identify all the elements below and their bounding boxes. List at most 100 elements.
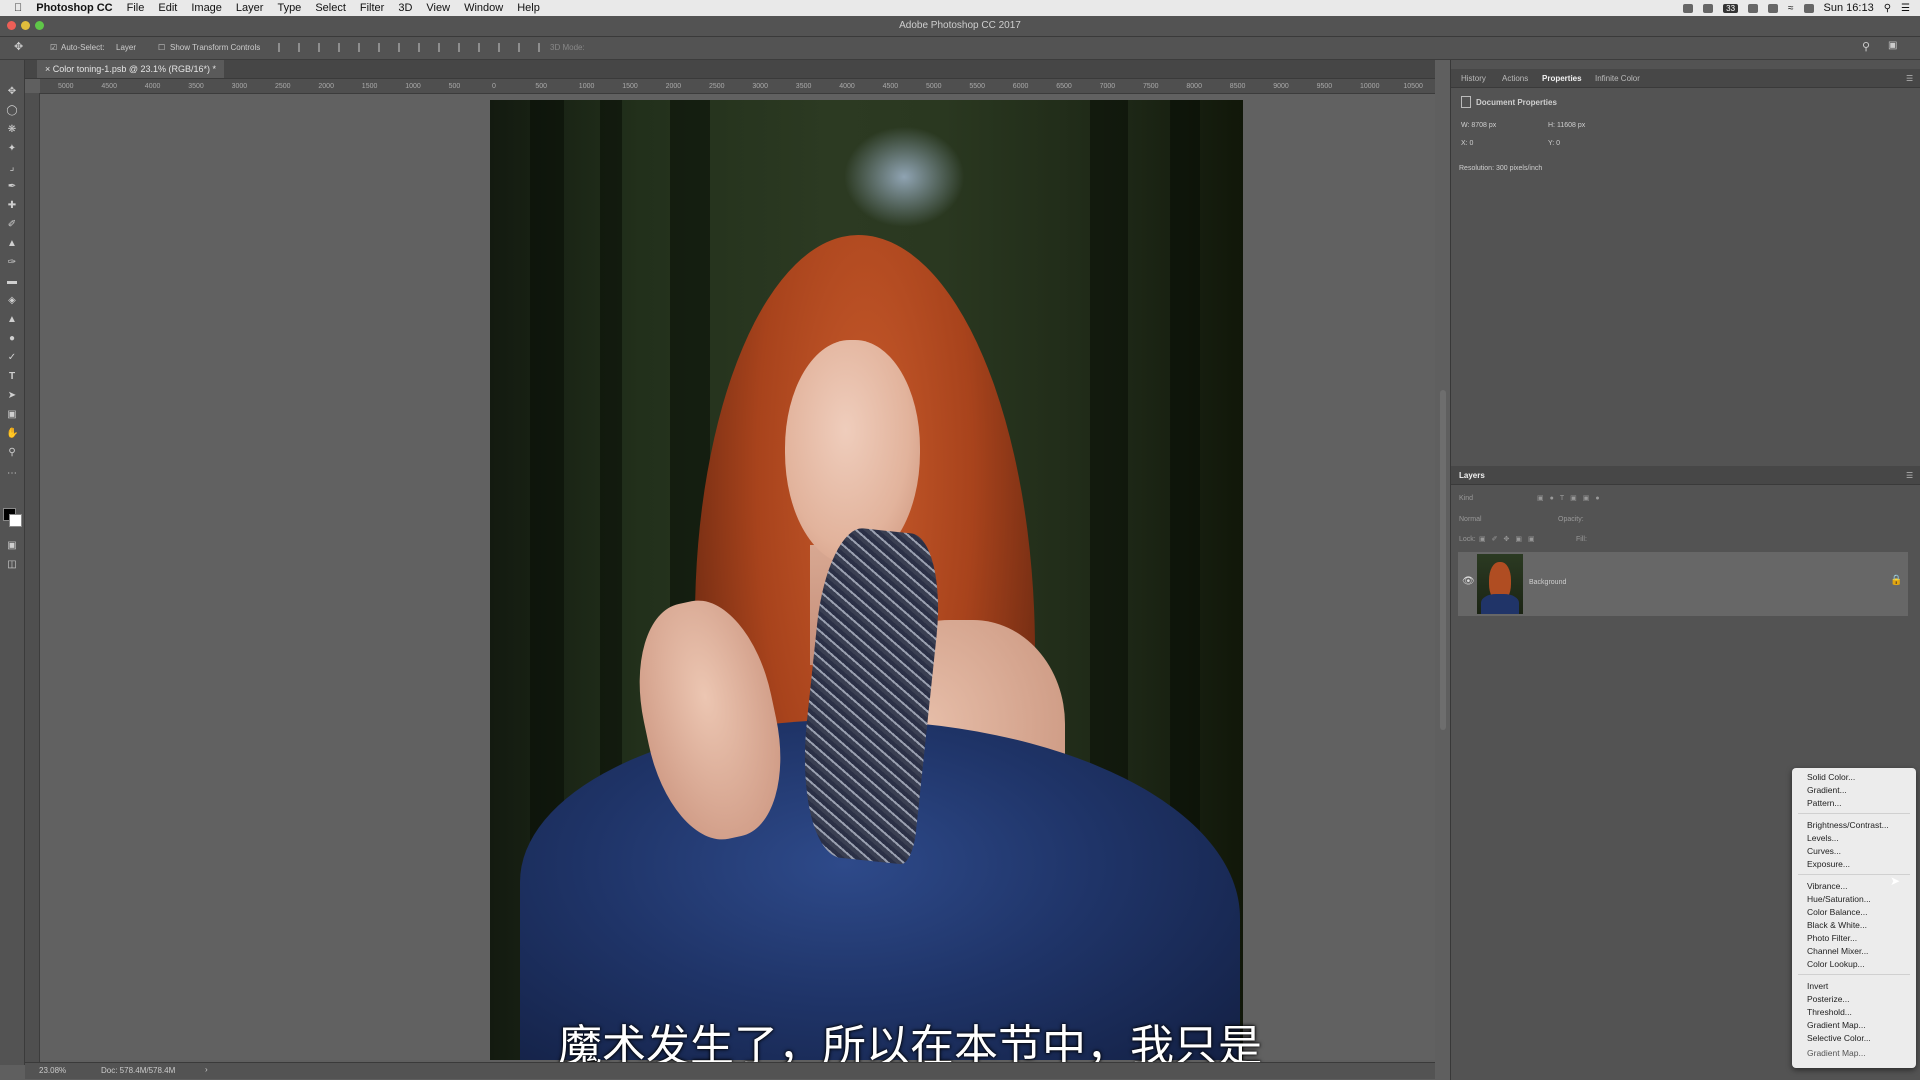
- wifi-icon[interactable]: ≈: [1788, 3, 1794, 14]
- eraser-tool-icon[interactable]: ▬: [6, 276, 18, 287]
- menu-item-gradient-map[interactable]: Gradient Map...: [1807, 1020, 1866, 1030]
- menu-select[interactable]: Select: [315, 2, 346, 14]
- layer-thumbnail[interactable]: [1477, 554, 1523, 614]
- blend-mode-dropdown[interactable]: Normal: [1459, 516, 1482, 523]
- menu-item-color-lookup[interactable]: Color Lookup...: [1807, 959, 1865, 969]
- eyedropper-tool-icon[interactable]: ✒: [6, 181, 18, 192]
- marquee-tool-icon[interactable]: ◯: [6, 105, 18, 116]
- doc-height[interactable]: H: 11608 px: [1548, 122, 1585, 129]
- dodge-tool-icon[interactable]: ●: [6, 333, 18, 344]
- healing-brush-tool-icon[interactable]: ✚: [6, 200, 18, 211]
- menu-item-black-white[interactable]: Black & White...: [1807, 920, 1867, 930]
- move-tool-icon[interactable]: ✥: [14, 40, 23, 53]
- brush-tool-icon[interactable]: ✐: [6, 219, 18, 230]
- menu-help[interactable]: Help: [517, 2, 540, 14]
- notification-center-icon[interactable]: ☰: [1901, 3, 1910, 14]
- pen-tool-icon[interactable]: ✓: [6, 352, 18, 363]
- document-tab[interactable]: × Color toning-1.psb @ 23.1% (RGB/16*) *: [37, 60, 224, 78]
- more-tools-icon[interactable]: ⋯: [6, 468, 18, 479]
- lock-icon[interactable]: 🔒: [1890, 575, 1902, 586]
- display-icon[interactable]: [1803, 3, 1814, 13]
- menu-layer[interactable]: Layer: [236, 2, 264, 14]
- search-icon[interactable]: ⚲: [1862, 40, 1870, 53]
- doc-width[interactable]: W: 8708 px: [1461, 122, 1496, 129]
- menu-type[interactable]: Type: [277, 2, 301, 14]
- crop-tool-icon[interactable]: ⌟: [6, 162, 18, 173]
- vertical-scrollbar[interactable]: [1440, 390, 1446, 730]
- spotlight-search-icon[interactable]: ⚲: [1884, 3, 1891, 14]
- background-color-swatch[interactable]: [9, 514, 22, 527]
- horizontal-ruler[interactable]: 5000 4500 4000 3500 3000 2500 2000 1500 1000 500 0…: [40, 79, 1435, 94]
- tab-history[interactable]: History: [1461, 74, 1486, 83]
- menu-item-vibrance[interactable]: Vibrance...: [1807, 881, 1847, 891]
- screen-mode-icon[interactable]: ◫: [6, 559, 18, 570]
- status-menu-arrow-icon[interactable]: ›: [205, 1065, 208, 1074]
- close-tab-icon[interactable]: ×: [45, 64, 50, 74]
- menu-item-invert[interactable]: Invert: [1807, 981, 1828, 991]
- menu-3d[interactable]: 3D: [398, 2, 412, 14]
- auto-select-checkbox[interactable]: ☑: [50, 43, 57, 52]
- history-brush-tool-icon[interactable]: ✑: [6, 257, 18, 268]
- bluetooth-icon[interactable]: [1748, 3, 1759, 13]
- hand-tool-icon[interactable]: ✋: [6, 428, 18, 439]
- menu-item-color-balance[interactable]: Color Balance...: [1807, 907, 1867, 917]
- zoom-tool-icon[interactable]: ⚲: [6, 447, 18, 458]
- menu-item-exposure[interactable]: Exposure...: [1807, 859, 1850, 869]
- menu-filter[interactable]: Filter: [360, 2, 384, 14]
- airplay-icon[interactable]: [1768, 3, 1779, 13]
- path-selection-tool-icon[interactable]: ➤: [6, 390, 18, 401]
- menu-window[interactable]: Window: [464, 2, 503, 14]
- apple-icon[interactable]: : [14, 2, 22, 14]
- record-icon[interactable]: [1683, 3, 1694, 13]
- menu-view[interactable]: View: [426, 2, 450, 14]
- menu-item-pattern[interactable]: Pattern...: [1807, 798, 1842, 808]
- tab-layers[interactable]: Layers: [1459, 471, 1485, 480]
- move-tool-icon[interactable]: ✥: [6, 86, 18, 97]
- eye-visibility-icon[interactable]: 👁: [1462, 576, 1475, 587]
- battery-icon[interactable]: 33: [1723, 3, 1739, 13]
- layer-filter-kind[interactable]: Kind: [1459, 495, 1473, 502]
- menu-item-curves[interactable]: Curves...: [1807, 846, 1841, 856]
- align-distribute-icons[interactable]: [278, 43, 558, 54]
- type-tool-icon[interactable]: T: [6, 371, 18, 382]
- menu-item-photo-filter[interactable]: Photo Filter...: [1807, 933, 1857, 943]
- document-photo[interactable]: [490, 100, 1243, 1060]
- doc-x[interactable]: X: 0: [1461, 140, 1473, 147]
- menu-item-gradient[interactable]: Gradient...: [1807, 785, 1847, 795]
- clock[interactable]: Sun 16:13: [1824, 2, 1874, 14]
- menu-item-posterize[interactable]: Posterize...: [1807, 994, 1850, 1004]
- menu-edit[interactable]: Edit: [158, 2, 177, 14]
- menu-item-brightness-contrast[interactable]: Brightness/Contrast...: [1807, 820, 1889, 830]
- doc-y[interactable]: Y: 0: [1548, 140, 1560, 147]
- paint-bucket-tool-icon[interactable]: ◈: [6, 295, 18, 306]
- blur-tool-icon[interactable]: ▲: [6, 314, 18, 325]
- tab-infinite-color[interactable]: Infinite Color: [1595, 74, 1640, 83]
- menu-item-channel-mixer[interactable]: Channel Mixer...: [1807, 946, 1868, 956]
- show-transform-checkbox[interactable]: ☐: [158, 43, 165, 52]
- rectangle-tool-icon[interactable]: ▣: [6, 409, 18, 420]
- quick-mask-icon[interactable]: ▣: [6, 540, 18, 551]
- vertical-ruler[interactable]: [25, 93, 40, 1063]
- menu-item-solid-color[interactable]: Solid Color...: [1807, 772, 1855, 782]
- layer-row-background[interactable]: 👁 Background 🔒: [1458, 552, 1908, 616]
- menu-file[interactable]: File: [127, 2, 145, 14]
- cloud-icon[interactable]: [1703, 3, 1714, 13]
- menu-item-hue-saturation[interactable]: Hue/Saturation...: [1807, 894, 1871, 904]
- layer-filter-icons[interactable]: ▣●T▣▣●: [1537, 494, 1606, 502]
- zoom-level[interactable]: 23.08%: [39, 1066, 66, 1075]
- workspace-icon[interactable]: ▣: [1888, 40, 1897, 51]
- menu-image[interactable]: Image: [191, 2, 222, 14]
- lock-icons[interactable]: ▣✐✥▣▣: [1479, 535, 1541, 543]
- tab-properties[interactable]: Properties: [1542, 74, 1582, 83]
- menu-item-gradient-map-overflow[interactable]: Gradient Map...: [1807, 1048, 1866, 1058]
- tab-actions[interactable]: Actions: [1502, 74, 1528, 83]
- layers-panel-menu-icon[interactable]: ☰: [1906, 471, 1913, 480]
- menu-item-selective-color[interactable]: Selective Color...: [1807, 1033, 1871, 1043]
- lasso-tool-icon[interactable]: ❋: [6, 124, 18, 135]
- panel-menu-icon[interactable]: ☰: [1906, 74, 1913, 83]
- auto-select-target-dropdown[interactable]: Layer: [116, 43, 136, 52]
- menu-item-threshold[interactable]: Threshold...: [1807, 1007, 1852, 1017]
- magic-wand-tool-icon[interactable]: ✦: [6, 143, 18, 154]
- menu-item-levels[interactable]: Levels...: [1807, 833, 1839, 843]
- menu-app-name[interactable]: Photoshop CC: [36, 2, 112, 14]
